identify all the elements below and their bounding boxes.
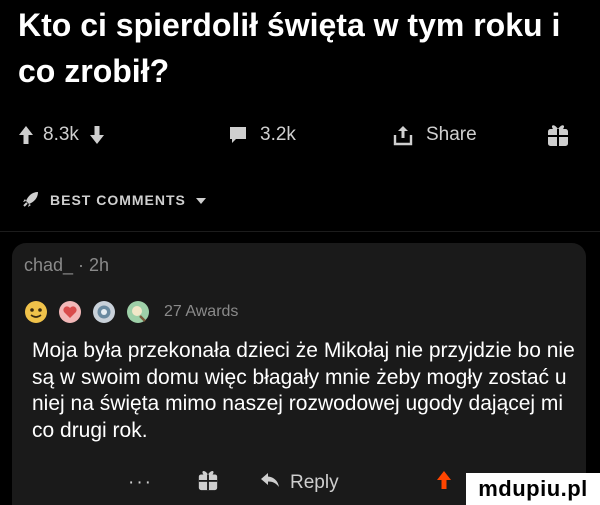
rocket-icon <box>22 190 40 211</box>
wholesome-award-icon <box>24 300 48 324</box>
comment-sort-selector[interactable]: BEST COMMENTS <box>22 187 206 213</box>
divider <box>0 231 600 232</box>
comment-icon <box>228 125 248 145</box>
more-options-button[interactable]: ··· <box>128 465 153 501</box>
share-icon <box>393 124 413 146</box>
comments-button[interactable]: 3.2k <box>228 115 296 155</box>
comment-upvote-button[interactable] <box>436 465 452 501</box>
downvote-icon[interactable] <box>89 125 105 145</box>
gift-icon <box>546 122 570 148</box>
gift-icon <box>197 468 219 498</box>
comments-count: 3.2k <box>260 124 296 145</box>
reply-button[interactable]: Reply <box>260 465 339 501</box>
helpful-award-icon <box>126 300 150 324</box>
vote-group: 8.3k <box>18 115 105 155</box>
watermark-logo: mdupiu.pl <box>466 473 600 505</box>
chevron-down-icon <box>195 192 206 208</box>
share-button[interactable]: Share <box>393 115 477 155</box>
comment-body: Moja była przekonała dzieci że Mikołaj n… <box>32 339 575 442</box>
post-action-bar: 8.3k 3.2k Share <box>0 115 600 155</box>
reply-label: Reply <box>290 472 339 493</box>
comment-meta: chad_ · 2h <box>24 255 110 275</box>
sort-label: BEST COMMENTS <box>50 192 186 208</box>
award-button[interactable] <box>546 115 570 155</box>
upvote-count: 8.3k <box>43 124 79 145</box>
post-title: Kto ci spierdolił święta w tym roku i co… <box>18 7 561 89</box>
reply-icon <box>260 472 280 494</box>
share-label: Share <box>426 124 477 145</box>
awards-count: 27 Awards <box>164 303 239 320</box>
silver-award-icon <box>92 300 116 324</box>
comment-card: chad_ · 2h 27 Awards Moja była przekonał… <box>12 243 586 505</box>
upvote-icon[interactable] <box>18 125 34 145</box>
awards-row[interactable]: 27 Awards <box>24 295 238 329</box>
upvote-icon <box>436 470 452 496</box>
heart-award-icon <box>58 300 82 324</box>
comment-award-button[interactable] <box>197 465 219 501</box>
